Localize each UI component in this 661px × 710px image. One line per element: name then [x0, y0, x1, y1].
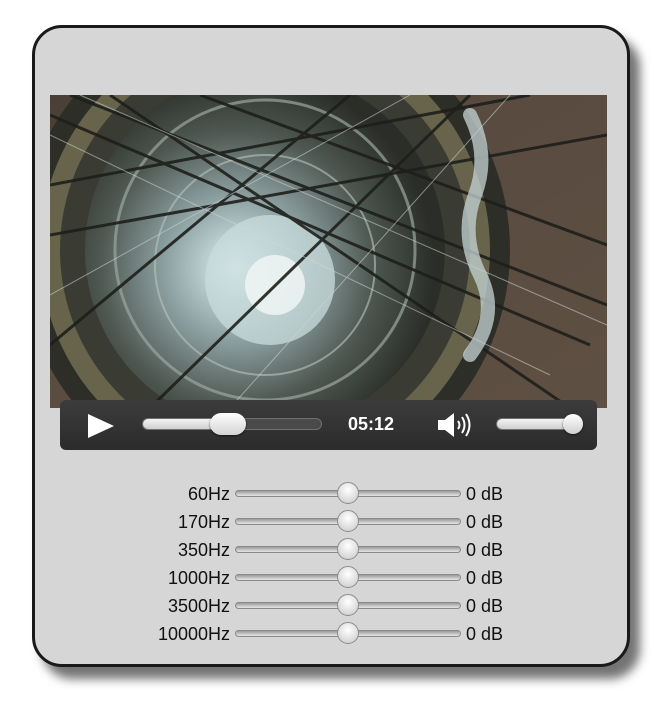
player-controls: 05:12	[60, 400, 597, 450]
eq-band-row: 350Hz 0 dB	[130, 536, 550, 564]
volume-level	[497, 419, 573, 429]
eq-band-row: 60Hz 0 dB	[130, 480, 550, 508]
eq-band-slider[interactable]	[235, 594, 461, 616]
eq-band-row: 3500Hz 0 dB	[130, 592, 550, 620]
seek-handle[interactable]	[210, 413, 247, 435]
play-icon	[88, 414, 114, 438]
video-frame[interactable]	[50, 95, 607, 408]
eq-band-slider[interactable]	[235, 482, 461, 504]
eq-band-handle[interactable]	[337, 538, 359, 560]
eq-band-label: 1000Hz	[167, 568, 230, 588]
eq-band-value: 0 dB	[466, 484, 504, 504]
play-button[interactable]	[86, 412, 116, 440]
eq-band-slider[interactable]	[235, 622, 461, 644]
eq-band-row: 1000Hz 0 dB	[130, 564, 550, 592]
eq-band-handle[interactable]	[337, 482, 359, 504]
eq-band-slider[interactable]	[235, 510, 461, 532]
eq-band-value: 0 dB	[466, 540, 504, 560]
eq-band-label: 350Hz	[177, 540, 230, 560]
volume-handle[interactable]	[563, 414, 583, 434]
volume-button[interactable]	[436, 410, 476, 440]
eq-band-row: 170Hz 0 dB	[130, 508, 550, 536]
eq-band-value: 0 dB	[466, 596, 504, 616]
eq-band-handle[interactable]	[337, 510, 359, 532]
eq-band-slider[interactable]	[235, 566, 461, 588]
volume-slider[interactable]	[496, 414, 583, 434]
eq-band-label: 60Hz	[187, 484, 230, 504]
eq-band-value: 0 dB	[466, 624, 504, 644]
eq-band-row: 10000Hz 0 dB	[130, 620, 550, 648]
seek-slider[interactable]	[142, 413, 322, 435]
eq-band-value: 0 dB	[466, 568, 504, 588]
eq-band-label: 3500Hz	[167, 596, 230, 616]
eq-band-handle[interactable]	[337, 622, 359, 644]
eq-band-slider[interactable]	[235, 538, 461, 560]
eq-band-handle[interactable]	[337, 566, 359, 588]
equalizer: 60Hz 0 dB 170Hz 0 dB 350Hz 0 dB 1000Hz 0 dB 3500…	[130, 480, 550, 648]
video-still	[50, 95, 607, 408]
eq-band-label: 10000Hz	[157, 624, 230, 644]
current-time: 05:12	[348, 414, 395, 434]
eq-band-label: 170Hz	[177, 512, 230, 532]
eq-band-handle[interactable]	[337, 594, 359, 616]
speaker-icon	[438, 413, 471, 437]
eq-band-value: 0 dB	[466, 512, 504, 532]
